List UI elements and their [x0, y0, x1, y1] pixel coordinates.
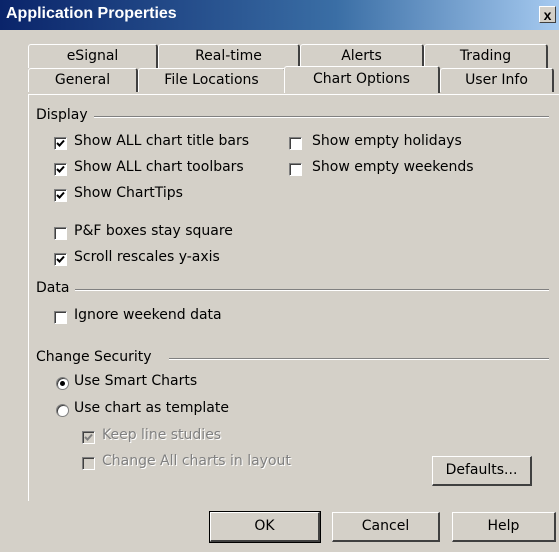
checkmark-icon	[56, 139, 65, 147]
tab-label: Chart Options	[313, 71, 410, 87]
tab-label: General	[54, 72, 111, 88]
change-all-charts-in-layout-checkbox[interactable]	[82, 457, 95, 470]
change-security-group-title: Change Security	[36, 349, 158, 365]
checkmark-icon	[56, 255, 65, 263]
use-chart-as-template-radio[interactable]	[56, 404, 69, 417]
show-empty-holidays-checkbox[interactable]	[289, 137, 302, 150]
tab-user-info[interactable]: User Info	[440, 68, 554, 92]
cancel-button-label: Cancel	[361, 518, 410, 534]
checkmark-icon	[56, 165, 65, 173]
window-title: Application Properties	[6, 5, 177, 22]
tab-alerts[interactable]: Alerts	[300, 44, 424, 68]
ok-button-label: OK	[254, 518, 275, 534]
ignore-weekend-data-label: Ignore weekend data	[74, 307, 222, 323]
tab-label: User Info	[465, 72, 528, 88]
tab-label: Trading	[459, 48, 512, 64]
close-button[interactable]: x	[539, 6, 556, 23]
keep-line-studies-checkbox[interactable]	[82, 431, 95, 444]
checkmark-icon	[56, 191, 65, 199]
show-all-chart-title-bars-checkbox[interactable]	[54, 137, 67, 150]
scroll-rescales-y-axis-checkbox[interactable]	[54, 253, 67, 266]
pf-boxes-stay-square-checkbox[interactable]	[54, 227, 67, 240]
tab-general[interactable]: General	[28, 68, 138, 92]
defaults-button-label: Defaults...	[445, 462, 518, 478]
tab-label: File Locations	[164, 72, 259, 88]
show-charttips-label: Show ChartTips	[74, 185, 183, 201]
tab-esignal[interactable]: eSignal	[28, 44, 158, 68]
show-all-chart-toolbars-label: Show ALL chart toolbars	[74, 159, 244, 175]
help-button[interactable]: Help	[452, 512, 556, 542]
radio-selected-dot	[60, 381, 65, 386]
use-smart-charts-radio[interactable]	[56, 377, 69, 390]
checkmark-icon	[84, 433, 93, 441]
display-group-divider	[89, 116, 549, 118]
show-all-chart-title-bars-label: Show ALL chart title bars	[74, 133, 250, 149]
display-group-title: Display	[36, 107, 94, 123]
show-all-chart-toolbars-checkbox[interactable]	[54, 163, 67, 176]
keep-line-studies-label: Keep line studies	[102, 427, 222, 443]
defaults-button[interactable]: Defaults...	[432, 456, 532, 486]
tab-file-locations[interactable]: File Locations	[138, 68, 286, 92]
ignore-weekend-data-checkbox[interactable]	[54, 311, 67, 324]
tab-chart-options[interactable]: Chart Options	[284, 66, 440, 93]
show-empty-holidays-label: Show empty holidays	[312, 133, 462, 149]
show-empty-weekends-label: Show empty weekends	[312, 159, 474, 175]
show-charttips-checkbox[interactable]	[54, 189, 67, 202]
tab-real-time[interactable]: Real-time	[158, 44, 300, 68]
help-button-label: Help	[487, 518, 520, 534]
close-icon: x	[543, 7, 552, 23]
data-group-divider	[75, 289, 549, 291]
tab-label: eSignal	[66, 48, 119, 64]
chart-options-panel: Display Show ALL chart title bars Show A…	[28, 94, 559, 501]
tab-label: Alerts	[341, 48, 382, 64]
use-chart-as-template-label: Use chart as template	[74, 400, 229, 416]
change-security-group-divider	[169, 358, 549, 360]
cancel-button[interactable]: Cancel	[332, 512, 440, 542]
tab-label: Real-time	[195, 48, 262, 64]
change-all-charts-in-layout-label: Change All charts in layout	[102, 453, 291, 469]
pf-boxes-stay-square-label: P&F boxes stay square	[74, 223, 233, 239]
ok-button[interactable]: OK	[209, 511, 321, 543]
tab-trading[interactable]: Trading	[424, 44, 548, 68]
scroll-rescales-y-axis-label: Scroll rescales y-axis	[74, 249, 220, 265]
window-title-bar[interactable]: Application Properties x	[0, 0, 559, 30]
data-group-title: Data	[36, 280, 76, 296]
show-empty-weekends-checkbox[interactable]	[289, 163, 302, 176]
use-smart-charts-label: Use Smart Charts	[74, 373, 198, 389]
